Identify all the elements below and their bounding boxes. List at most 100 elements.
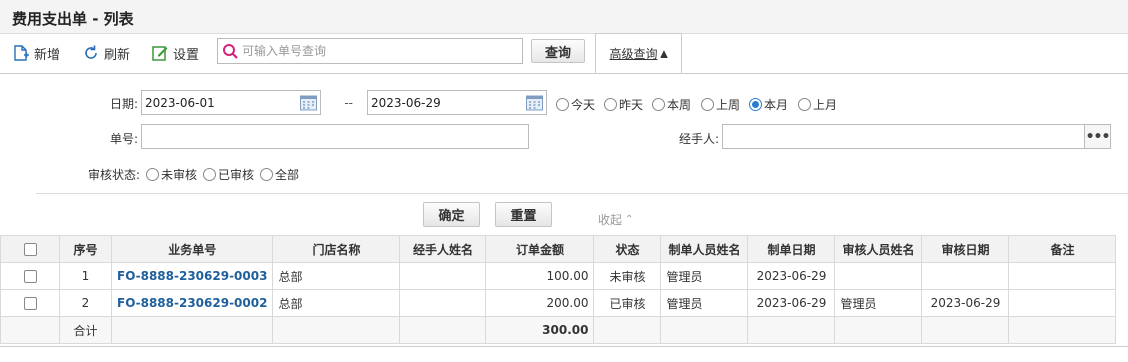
column-header[interactable]: 制单日期: [747, 235, 836, 263]
handler-field: •••: [722, 124, 1111, 149]
date-from-field: [141, 90, 321, 115]
row-checkbox[interactable]: [23, 297, 37, 310]
date-to-input[interactable]: [371, 94, 521, 111]
confirm-button[interactable]: 确定: [423, 202, 480, 227]
cell-auditor: [834, 262, 923, 290]
date-to-field: [367, 90, 547, 115]
radio-label: 已审核: [218, 168, 255, 182]
total-empty-cell: [0, 316, 60, 344]
radio-label: 未审核: [161, 168, 198, 182]
column-header[interactable]: 订单金额: [485, 235, 595, 263]
cell-handler: [399, 289, 487, 317]
cell-amount: 200.00: [485, 289, 595, 317]
cell-index: 1: [59, 262, 112, 290]
date-from-input[interactable]: [145, 94, 295, 111]
radio-circle: [749, 98, 762, 111]
confirm-label: 确定: [438, 209, 465, 224]
radio-last-week[interactable]: 上周: [701, 96, 740, 113]
toolbar-divider: [0, 73, 1128, 74]
cell-creator: 管理员: [660, 289, 749, 317]
radio-label: 本月: [764, 98, 789, 112]
collapse-toggle[interactable]: 收起 ⌃: [598, 211, 633, 228]
search-box: [217, 38, 523, 64]
total-empty-cell: [747, 316, 836, 344]
cell-amount: 100.00: [485, 262, 595, 290]
column-header[interactable]: 门店名称: [272, 235, 401, 263]
column-header[interactable]: 制单人员姓名: [660, 235, 749, 263]
radio-this-month[interactable]: 本月: [749, 96, 788, 113]
settings-button[interactable]: 设置: [151, 43, 199, 63]
handler-input[interactable]: [726, 128, 1076, 145]
total-empty-cell: [110, 316, 274, 344]
row-select-cell: [0, 289, 60, 317]
date-label: 日期:: [109, 97, 138, 111]
caret-up-icon: ▲: [660, 48, 668, 59]
query-label: 查询: [544, 45, 571, 61]
date-separator: --: [344, 96, 353, 110]
more-options-button[interactable]: •••: [1084, 125, 1110, 148]
cell-index: 2: [59, 289, 112, 317]
reset-button[interactable]: 重置: [495, 202, 552, 227]
column-header[interactable]: 经手人姓名: [399, 235, 487, 263]
refresh-label: 刷新: [104, 47, 131, 63]
calendar-icon[interactable]: [525, 93, 544, 112]
column-header[interactable]: 序号: [59, 235, 112, 263]
cell-status: 已审核: [593, 289, 662, 317]
total-empty-cell: [660, 316, 749, 344]
title-bar: 费用支出单 - 列表: [0, 0, 1128, 34]
column-header[interactable]: 审核日期: [921, 235, 1010, 263]
advanced-query-tab[interactable]: 高级查询 ▲: [595, 33, 682, 74]
cell-order-number-link[interactable]: FO-8888-230629-0002: [110, 289, 274, 317]
cell-status: 未审核: [593, 262, 662, 290]
radio-yesterday[interactable]: 昨天: [604, 96, 643, 113]
row-checkbox[interactable]: [23, 270, 37, 283]
calendar-icon[interactable]: [299, 93, 318, 112]
select-all-header: [0, 235, 60, 263]
total-empty-cell: [593, 316, 662, 344]
cell-created-date: 2023-06-29: [747, 289, 836, 317]
radio-last-month[interactable]: 上月: [798, 96, 837, 113]
radio-circle: [556, 98, 569, 111]
cell-note: [1008, 262, 1117, 290]
audit-status-label: 审核状态:: [87, 168, 140, 182]
cell-created-date: 2023-06-29: [747, 262, 836, 290]
table-row[interactable]: 2 FO-8888-230629-0002 总部 200.00 已审核 管理员 …: [0, 289, 1117, 317]
row-select-cell: [0, 262, 60, 290]
cell-note: [1008, 289, 1117, 317]
radio-label: 本周: [667, 98, 692, 112]
select-all-checkbox[interactable]: [23, 243, 37, 256]
filter-divider: [36, 193, 1128, 194]
total-empty-cell: [921, 316, 1010, 344]
total-empty-cell: [834, 316, 923, 344]
query-button[interactable]: 查询: [531, 39, 585, 63]
reset-label: 重置: [510, 209, 537, 224]
column-header[interactable]: 备注: [1008, 235, 1117, 263]
radio-all[interactable]: 全部: [260, 166, 299, 183]
table-row[interactable]: 1 FO-8888-230629-0003 总部 100.00 未审核 管理员 …: [0, 262, 1117, 290]
cell-order-number-link[interactable]: FO-8888-230629-0003: [110, 262, 274, 290]
column-header[interactable]: 审核人员姓名: [834, 235, 923, 263]
total-amount: 300.00: [485, 316, 595, 344]
add-document-icon: [14, 45, 29, 61]
radio-label: 昨天: [619, 98, 644, 112]
page-title: 费用支出单 - 列表: [12, 10, 134, 28]
column-header[interactable]: 状态: [593, 235, 662, 263]
table-bottom-border: [0, 346, 1128, 347]
handler-label: 经手人:: [678, 132, 719, 146]
search-input[interactable]: [242, 41, 518, 61]
refresh-button[interactable]: 刷新: [82, 43, 130, 63]
radio-label: 上月: [813, 98, 838, 112]
radio-unaudited[interactable]: 未审核: [146, 166, 197, 183]
number-field: [141, 124, 529, 149]
toolbar: 新增 刷新 设置 查询 高级查询 ▲: [0, 33, 1128, 74]
radio-label: 上周: [716, 98, 741, 112]
cell-auditor: 管理员: [834, 289, 923, 317]
column-header[interactable]: 业务单号: [110, 235, 274, 263]
radio-this-week[interactable]: 本周: [652, 96, 691, 113]
radio-circle: [701, 98, 714, 111]
radio-circle: [604, 98, 617, 111]
number-input[interactable]: [145, 128, 523, 145]
add-button[interactable]: 新增: [12, 43, 60, 63]
radio-today[interactable]: 今天: [556, 96, 595, 113]
radio-audited[interactable]: 已审核: [203, 166, 254, 183]
